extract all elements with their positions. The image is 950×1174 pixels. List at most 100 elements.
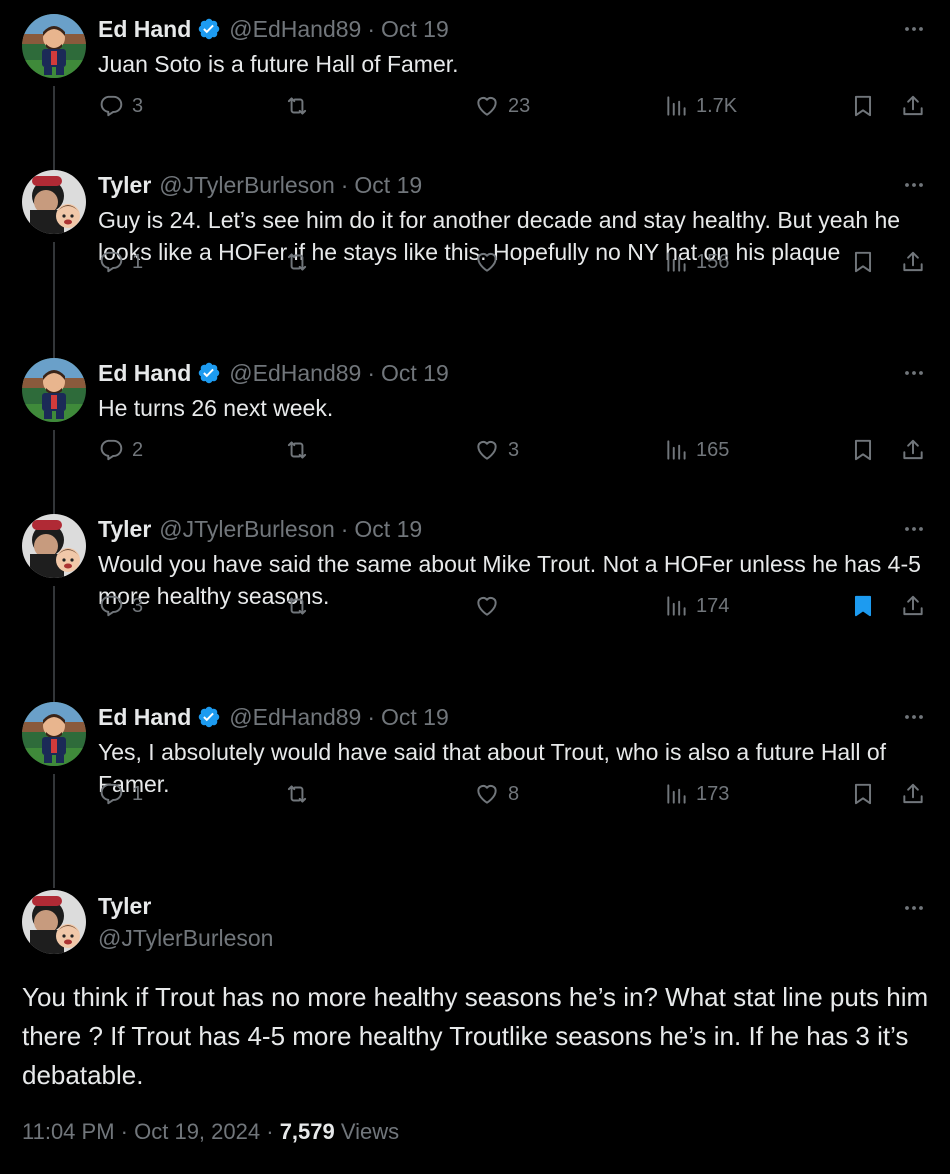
more-icon[interactable] bbox=[902, 702, 926, 732]
avatar-tyler[interactable] bbox=[22, 170, 86, 234]
reply-button[interactable]: 3 bbox=[98, 86, 143, 126]
avatar-tyler[interactable] bbox=[22, 514, 86, 578]
author-handle[interactable]: @JTylerBurleson bbox=[159, 172, 334, 199]
tweet-time[interactable]: 11:04 PM bbox=[22, 1119, 115, 1144]
like-icon bbox=[474, 781, 500, 807]
tweet-date[interactable]: Oct 19 bbox=[381, 704, 449, 731]
tweet-date[interactable]: Oct 19 bbox=[381, 360, 449, 387]
author-name[interactable]: Tyler bbox=[98, 172, 151, 199]
reply-count: 3 bbox=[132, 94, 144, 117]
author-name[interactable]: Tyler bbox=[98, 516, 151, 543]
share-button[interactable] bbox=[900, 242, 926, 282]
author-handle[interactable]: @JTylerBurleson bbox=[159, 516, 334, 543]
thread-line bbox=[53, 774, 55, 888]
verified-badge-icon[interactable] bbox=[197, 705, 221, 729]
reply-icon bbox=[98, 93, 124, 119]
tweet-full-date[interactable]: Oct 19, 2024 bbox=[134, 1119, 260, 1144]
tweet-header: Ed Hand @EdHand89 · Oct 19 bbox=[98, 358, 449, 388]
share-button[interactable] bbox=[900, 86, 926, 126]
retweet-button[interactable] bbox=[284, 86, 310, 126]
thread-line bbox=[53, 430, 55, 514]
bookmark-button[interactable] bbox=[850, 86, 876, 126]
verified-badge-icon[interactable] bbox=[197, 17, 221, 41]
verified-badge-icon[interactable] bbox=[197, 361, 221, 385]
more-icon[interactable] bbox=[902, 170, 926, 200]
views-count: 173 bbox=[696, 782, 730, 805]
bookmark-button-active[interactable] bbox=[850, 586, 876, 626]
author-name[interactable]: Ed Hand bbox=[98, 16, 191, 43]
share-button[interactable] bbox=[900, 430, 926, 470]
avatar-ed-hand[interactable] bbox=[22, 702, 86, 766]
retweet-button[interactable] bbox=[284, 774, 310, 814]
views-button[interactable]: 173 bbox=[664, 774, 729, 814]
views-button[interactable]: 165 bbox=[664, 430, 729, 470]
bookmark-icon bbox=[850, 781, 876, 807]
bookmark-button[interactable] bbox=[850, 774, 876, 814]
retweet-icon bbox=[284, 93, 310, 119]
separator-dot: · bbox=[367, 359, 376, 386]
separator-dot: · bbox=[120, 1119, 128, 1144]
retweet-icon bbox=[284, 249, 310, 275]
author-handle[interactable]: @EdHand89 bbox=[229, 16, 361, 43]
views-button[interactable]: 174 bbox=[664, 586, 729, 626]
reply-count: 1 bbox=[132, 250, 144, 273]
thread-line bbox=[53, 586, 55, 702]
reply-button[interactable]: 3 bbox=[98, 586, 143, 626]
views-count: 1.7K bbox=[696, 94, 738, 117]
thread-line bbox=[53, 242, 55, 358]
share-button[interactable] bbox=[900, 774, 926, 814]
avatar-ed-hand[interactable] bbox=[22, 14, 86, 78]
avatar-ed-hand[interactable] bbox=[22, 358, 86, 422]
tweet-header: Ed Hand @EdHand89 · Oct 19 bbox=[98, 702, 449, 732]
reply-count: 1 bbox=[132, 782, 144, 805]
retweet-button[interactable] bbox=[284, 242, 310, 282]
views-button[interactable]: 156 bbox=[664, 242, 729, 282]
share-icon bbox=[900, 781, 926, 807]
action-bar: 2 3 165 bbox=[98, 430, 934, 470]
like-button[interactable]: 23 bbox=[474, 86, 530, 126]
share-icon bbox=[900, 93, 926, 119]
tweet-date[interactable]: Oct 19 bbox=[354, 172, 422, 199]
share-button[interactable] bbox=[900, 586, 926, 626]
main-author-name[interactable]: Tyler bbox=[98, 893, 151, 920]
like-button[interactable] bbox=[474, 586, 508, 626]
bookmark-icon bbox=[850, 437, 876, 463]
reply-button[interactable]: 1 bbox=[98, 774, 143, 814]
reply-count: 3 bbox=[132, 594, 144, 617]
tweet-date[interactable]: Oct 19 bbox=[381, 16, 449, 43]
bookmark-button[interactable] bbox=[850, 430, 876, 470]
views-button[interactable]: 1.7K bbox=[664, 86, 737, 126]
like-icon bbox=[474, 593, 500, 619]
tweet-header: Tyler @JTylerBurleson · Oct 19 bbox=[98, 170, 422, 200]
action-bar: 3 174 bbox=[98, 586, 934, 626]
views-icon bbox=[664, 249, 690, 275]
retweet-button[interactable] bbox=[284, 586, 310, 626]
more-icon[interactable] bbox=[902, 514, 926, 544]
reply-button[interactable]: 2 bbox=[98, 430, 143, 470]
reply-icon bbox=[98, 593, 124, 619]
more-icon[interactable] bbox=[902, 358, 926, 388]
author-name[interactable]: Ed Hand bbox=[98, 704, 191, 731]
bookmark-button[interactable] bbox=[850, 242, 876, 282]
reply-button[interactable]: 1 bbox=[98, 242, 143, 282]
like-count: 23 bbox=[508, 94, 531, 117]
like-button[interactable] bbox=[474, 242, 508, 282]
views-count: 165 bbox=[696, 438, 730, 461]
author-name[interactable]: Ed Hand bbox=[98, 360, 191, 387]
main-author-handle[interactable]: @JTylerBurleson bbox=[98, 925, 273, 952]
tweet-date[interactable]: Oct 19 bbox=[354, 516, 422, 543]
more-icon[interactable] bbox=[902, 14, 926, 44]
views-icon bbox=[664, 781, 690, 807]
like-icon bbox=[474, 93, 500, 119]
more-icon[interactable] bbox=[902, 893, 926, 923]
main-tweet-text: You think if Trout has no more healthy s… bbox=[22, 982, 929, 1090]
like-button[interactable]: 3 bbox=[474, 430, 519, 470]
reply-icon bbox=[98, 781, 124, 807]
retweet-button[interactable] bbox=[284, 430, 310, 470]
author-handle[interactable]: @EdHand89 bbox=[229, 360, 361, 387]
main-tweet-avatar[interactable] bbox=[22, 890, 86, 954]
author-handle[interactable]: @EdHand89 bbox=[229, 704, 361, 731]
views-count: 156 bbox=[696, 250, 730, 273]
separator-dot: · bbox=[340, 171, 349, 198]
like-button[interactable]: 8 bbox=[474, 774, 519, 814]
